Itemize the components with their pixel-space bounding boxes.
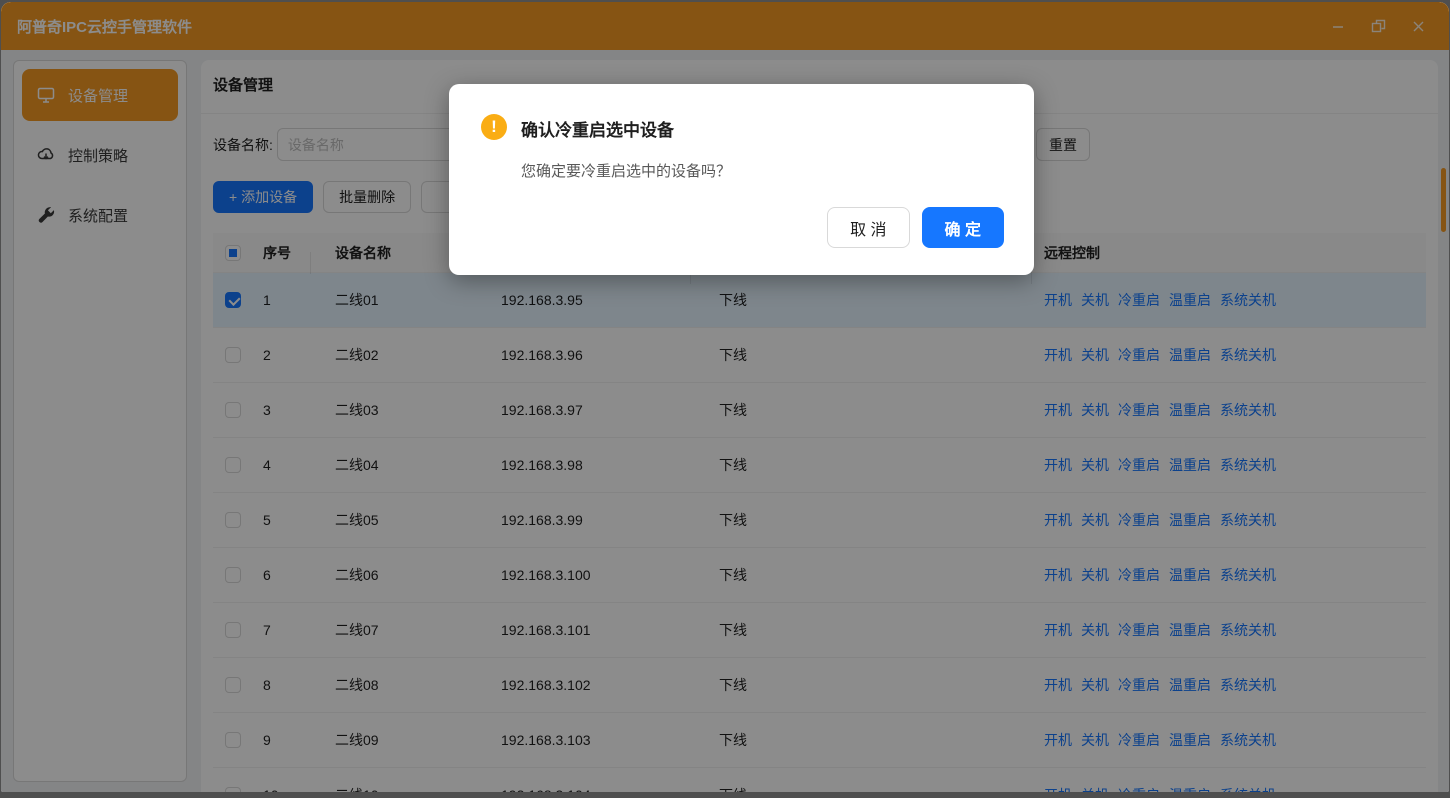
dialog-buttons: 取 消 确 定	[827, 207, 1004, 248]
cancel-button[interactable]: 取 消	[827, 207, 909, 248]
dialog-title: 确认冷重启选中设备	[521, 116, 674, 141]
app-window: 阿普奇IPC云控手管理软件 设备管理	[1, 2, 1449, 792]
dialog-message: 您确定要冷重启选中的设备吗？	[521, 160, 731, 181]
warning-icon: !	[481, 114, 507, 140]
ok-button[interactable]: 确 定	[922, 207, 1004, 248]
confirm-dialog: ! 确认冷重启选中设备 您确定要冷重启选中的设备吗？ 取 消 确 定	[449, 84, 1034, 275]
